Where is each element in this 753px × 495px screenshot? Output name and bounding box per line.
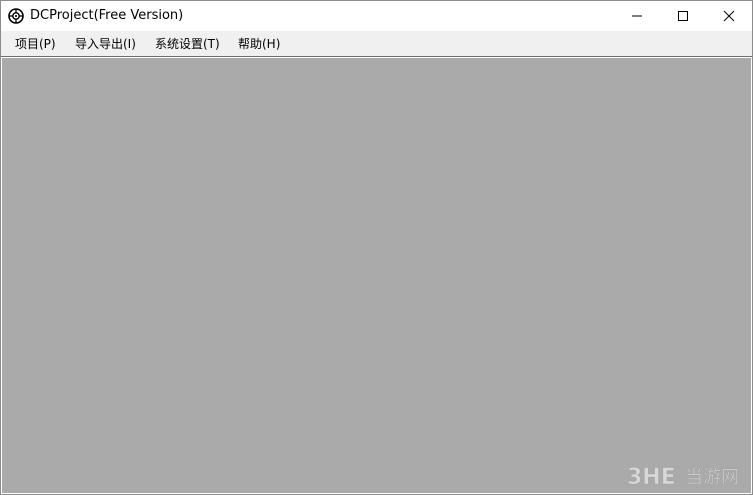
maximize-button[interactable] bbox=[660, 1, 706, 31]
minimize-icon bbox=[632, 15, 642, 17]
menu-item-system-settings[interactable]: 系统设置(T) bbox=[155, 36, 220, 52]
menu-item-import-export[interactable]: 导入导出(I) bbox=[75, 36, 136, 52]
watermark-logo: 3HE 当游网 bbox=[627, 465, 740, 490]
app-gear-icon bbox=[8, 8, 24, 24]
close-button[interactable] bbox=[706, 1, 752, 31]
app-window: DCProject(Free Version) 项目(P) 导入导出(I) 系统… bbox=[0, 0, 753, 495]
svg-text:3HE: 3HE bbox=[627, 465, 676, 490]
mdi-client-area[interactable] bbox=[2, 58, 751, 493]
svg-text:当游网: 当游网 bbox=[685, 467, 739, 488]
minimize-button[interactable] bbox=[614, 1, 660, 31]
close-icon bbox=[723, 10, 735, 22]
window-title: DCProject(Free Version) bbox=[30, 8, 184, 23]
menu-bar: 项目(P) 导入导出(I) 系统设置(T) 帮助(H) bbox=[1, 31, 752, 57]
maximize-icon bbox=[678, 11, 688, 21]
menu-item-project[interactable]: 项目(P) bbox=[15, 36, 56, 52]
menu-item-help[interactable]: 帮助(H) bbox=[238, 36, 280, 52]
title-bar[interactable]: DCProject(Free Version) bbox=[1, 1, 752, 31]
